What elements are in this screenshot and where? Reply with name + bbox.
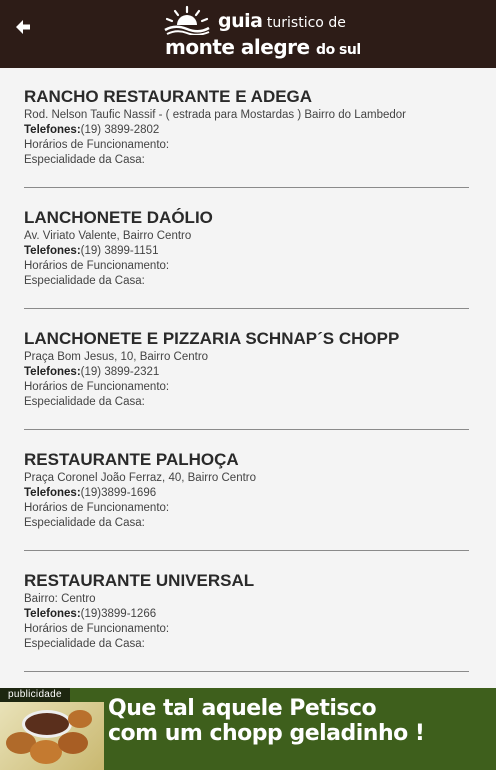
list-item[interactable]: RANCHO RESTAURANTE E ADEGA Rod. Nelson T…: [24, 87, 469, 168]
restaurant-hours: Horários de Funcionamento:: [24, 623, 170, 635]
restaurant-name: LANCHONETE E PIZZARIA SCHNAP´S CHOPP: [24, 329, 400, 348]
restaurant-hours: Horários de Funcionamento:: [24, 139, 170, 151]
sun-logo-icon: [164, 5, 210, 35]
restaurant-phone: Telefones:(19)3899-1266: [24, 607, 469, 622]
restaurant-specialty: Especialidade da Casa:: [24, 638, 145, 650]
ad-banner[interactable]: publicidade Que tal aquele Petisco com u…: [0, 688, 496, 770]
phone-value[interactable]: (19)3899-1696: [81, 487, 156, 499]
logo-text-de: de: [328, 15, 346, 31]
restaurant-address: Rod. Nelson Taufic Nassif - ( estrada pa…: [24, 109, 407, 121]
restaurant-hours: Horários de Funcionamento:: [24, 260, 170, 272]
restaurant-name: LANCHONETE DAÓLIO: [24, 208, 213, 227]
divider: [24, 550, 469, 551]
ad-line-2: com um chopp geladinho !: [108, 721, 425, 746]
restaurant-hours: Horários de Funcionamento:: [24, 381, 170, 393]
logo-text-guia: guia: [218, 10, 263, 32]
ad-headline: Que tal aquele Petisco com um chopp gela…: [108, 696, 425, 746]
app-header: guia turistico de monte alegre do sul: [0, 0, 496, 68]
restaurant-hours: Horários de Funcionamento:: [24, 502, 170, 514]
ad-tag: publicidade: [0, 688, 70, 702]
phone-value[interactable]: (19) 3899-1151: [81, 245, 159, 257]
phone-value[interactable]: (19) 3899-2802: [81, 124, 160, 136]
restaurant-list: RANCHO RESTAURANTE E ADEGA Rod. Nelson T…: [0, 68, 496, 688]
list-item[interactable]: LANCHONETE E PIZZARIA SCHNAP´S CHOPP Pra…: [24, 329, 469, 410]
logo-line-1: guia turistico de: [218, 10, 346, 32]
logo-text-turistico: turistico: [266, 15, 324, 31]
restaurant-address: Praça Bom Jesus, 10, Bairro Centro: [24, 351, 209, 363]
logo-text-state: do sul: [316, 42, 361, 58]
phone-label: Telefones:: [24, 487, 81, 499]
ad-food-image: [0, 702, 104, 770]
restaurant-phone: Telefones:(19) 3899-2802: [24, 123, 469, 138]
phone-label: Telefones:: [24, 608, 81, 620]
logo-line-2: monte alegre do sul: [165, 35, 361, 59]
logo-text-city: monte alegre: [165, 35, 310, 59]
restaurant-name: RESTAURANTE UNIVERSAL: [24, 571, 255, 590]
restaurant-name: RANCHO RESTAURANTE E ADEGA: [24, 87, 313, 106]
restaurant-phone: Telefones:(19) 3899-2321: [24, 365, 469, 380]
restaurant-phone: Telefones:(19)3899-1696: [24, 486, 469, 501]
restaurant-phone: Telefones:(19) 3899-1151: [24, 244, 469, 259]
list-item[interactable]: RESTAURANTE PALHOÇA Praça Coronel João F…: [24, 450, 469, 531]
divider: [24, 187, 469, 188]
phone-label: Telefones:: [24, 366, 81, 378]
phone-value[interactable]: (19) 3899-2321: [81, 366, 160, 378]
restaurant-name: RESTAURANTE PALHOÇA: [24, 450, 239, 469]
divider: [24, 308, 469, 309]
list-item[interactable]: LANCHONETE DAÓLIO Av. Viriato Valente, B…: [24, 208, 469, 289]
app-logo: guia turistico de monte alegre do sul: [163, 3, 361, 63]
restaurant-specialty: Especialidade da Casa:: [24, 154, 145, 166]
divider: [24, 671, 469, 672]
restaurant-specialty: Especialidade da Casa:: [24, 275, 145, 287]
restaurant-specialty: Especialidade da Casa:: [24, 517, 145, 529]
ad-line-1: Que tal aquele Petisco: [108, 696, 377, 721]
phone-label: Telefones:: [24, 245, 81, 257]
list-item[interactable]: RESTAURANTE UNIVERSAL Bairro: Centro Tel…: [24, 571, 469, 652]
back-arrow-icon[interactable]: [10, 14, 36, 40]
divider: [24, 429, 469, 430]
restaurant-address: Bairro: Centro: [24, 593, 96, 605]
restaurant-address: Av. Viriato Valente, Bairro Centro: [24, 230, 192, 242]
restaurant-specialty: Especialidade da Casa:: [24, 396, 145, 408]
phone-label: Telefones:: [24, 124, 81, 136]
restaurant-address: Praça Coronel João Ferraz, 40, Bairro Ce…: [24, 472, 257, 484]
phone-value[interactable]: (19)3899-1266: [81, 608, 156, 620]
